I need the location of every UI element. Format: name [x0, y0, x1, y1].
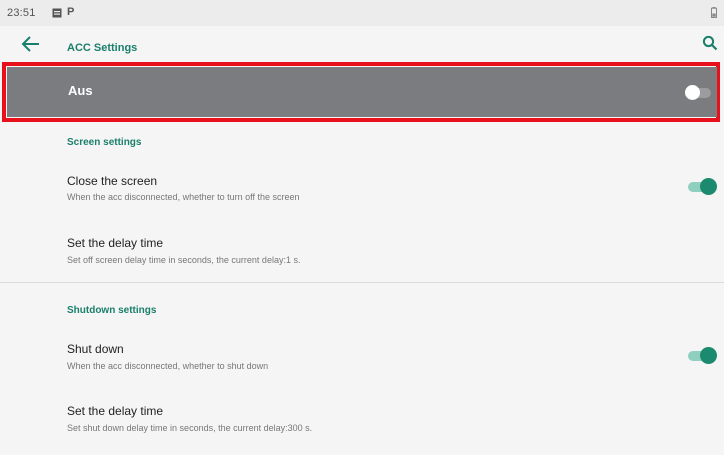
parking-icon: P — [67, 6, 75, 18]
master-switch-label: Aus — [68, 83, 93, 98]
pref-summary: Set off screen delay time in seconds, th… — [67, 255, 301, 265]
pref-summary: When the acc disconnected, whether to tu… — [67, 192, 300, 202]
image-icon — [52, 8, 62, 18]
pref-summary: When the acc disconnected, whether to sh… — [67, 361, 269, 371]
pref-shut-down[interactable]: Shut down When the acc disconnected, whe… — [0, 331, 724, 381]
pref-title: Set the delay time — [67, 404, 164, 418]
pref-close-screen[interactable]: Close the screen When the acc disconnect… — [0, 162, 724, 212]
battery-icon — [711, 7, 717, 18]
toggle-thumb — [700, 347, 717, 364]
status-bar: 23:51 P — [0, 0, 724, 26]
master-switch-row[interactable]: Aus — [7, 67, 717, 117]
pref-summary: Set shut down delay time in seconds, the… — [67, 423, 313, 433]
section-header-screen: Screen settings — [67, 137, 142, 148]
pref-title: Close the screen — [67, 174, 158, 188]
master-toggle[interactable] — [685, 85, 715, 101]
app-bar: ACC Settings — [0, 26, 724, 62]
section-header-shutdown: Shutdown settings — [67, 305, 157, 316]
pref-screen-delay-time[interactable]: Set the delay time Set off screen delay … — [0, 225, 724, 275]
section-divider — [0, 282, 724, 283]
search-icon[interactable] — [702, 35, 718, 51]
toggle-thumb — [685, 85, 700, 100]
page-title: ACC Settings — [67, 42, 138, 54]
pref-title: Shut down — [67, 342, 124, 356]
close-screen-toggle[interactable] — [688, 178, 718, 196]
shut-down-toggle[interactable] — [688, 347, 718, 365]
pref-shutdown-delay-time[interactable]: Set the delay time Set shut down delay t… — [0, 393, 724, 443]
back-arrow-icon[interactable] — [20, 35, 42, 53]
pref-title: Set the delay time — [67, 236, 164, 250]
status-time: 23:51 — [7, 7, 36, 19]
toggle-thumb — [700, 178, 717, 195]
